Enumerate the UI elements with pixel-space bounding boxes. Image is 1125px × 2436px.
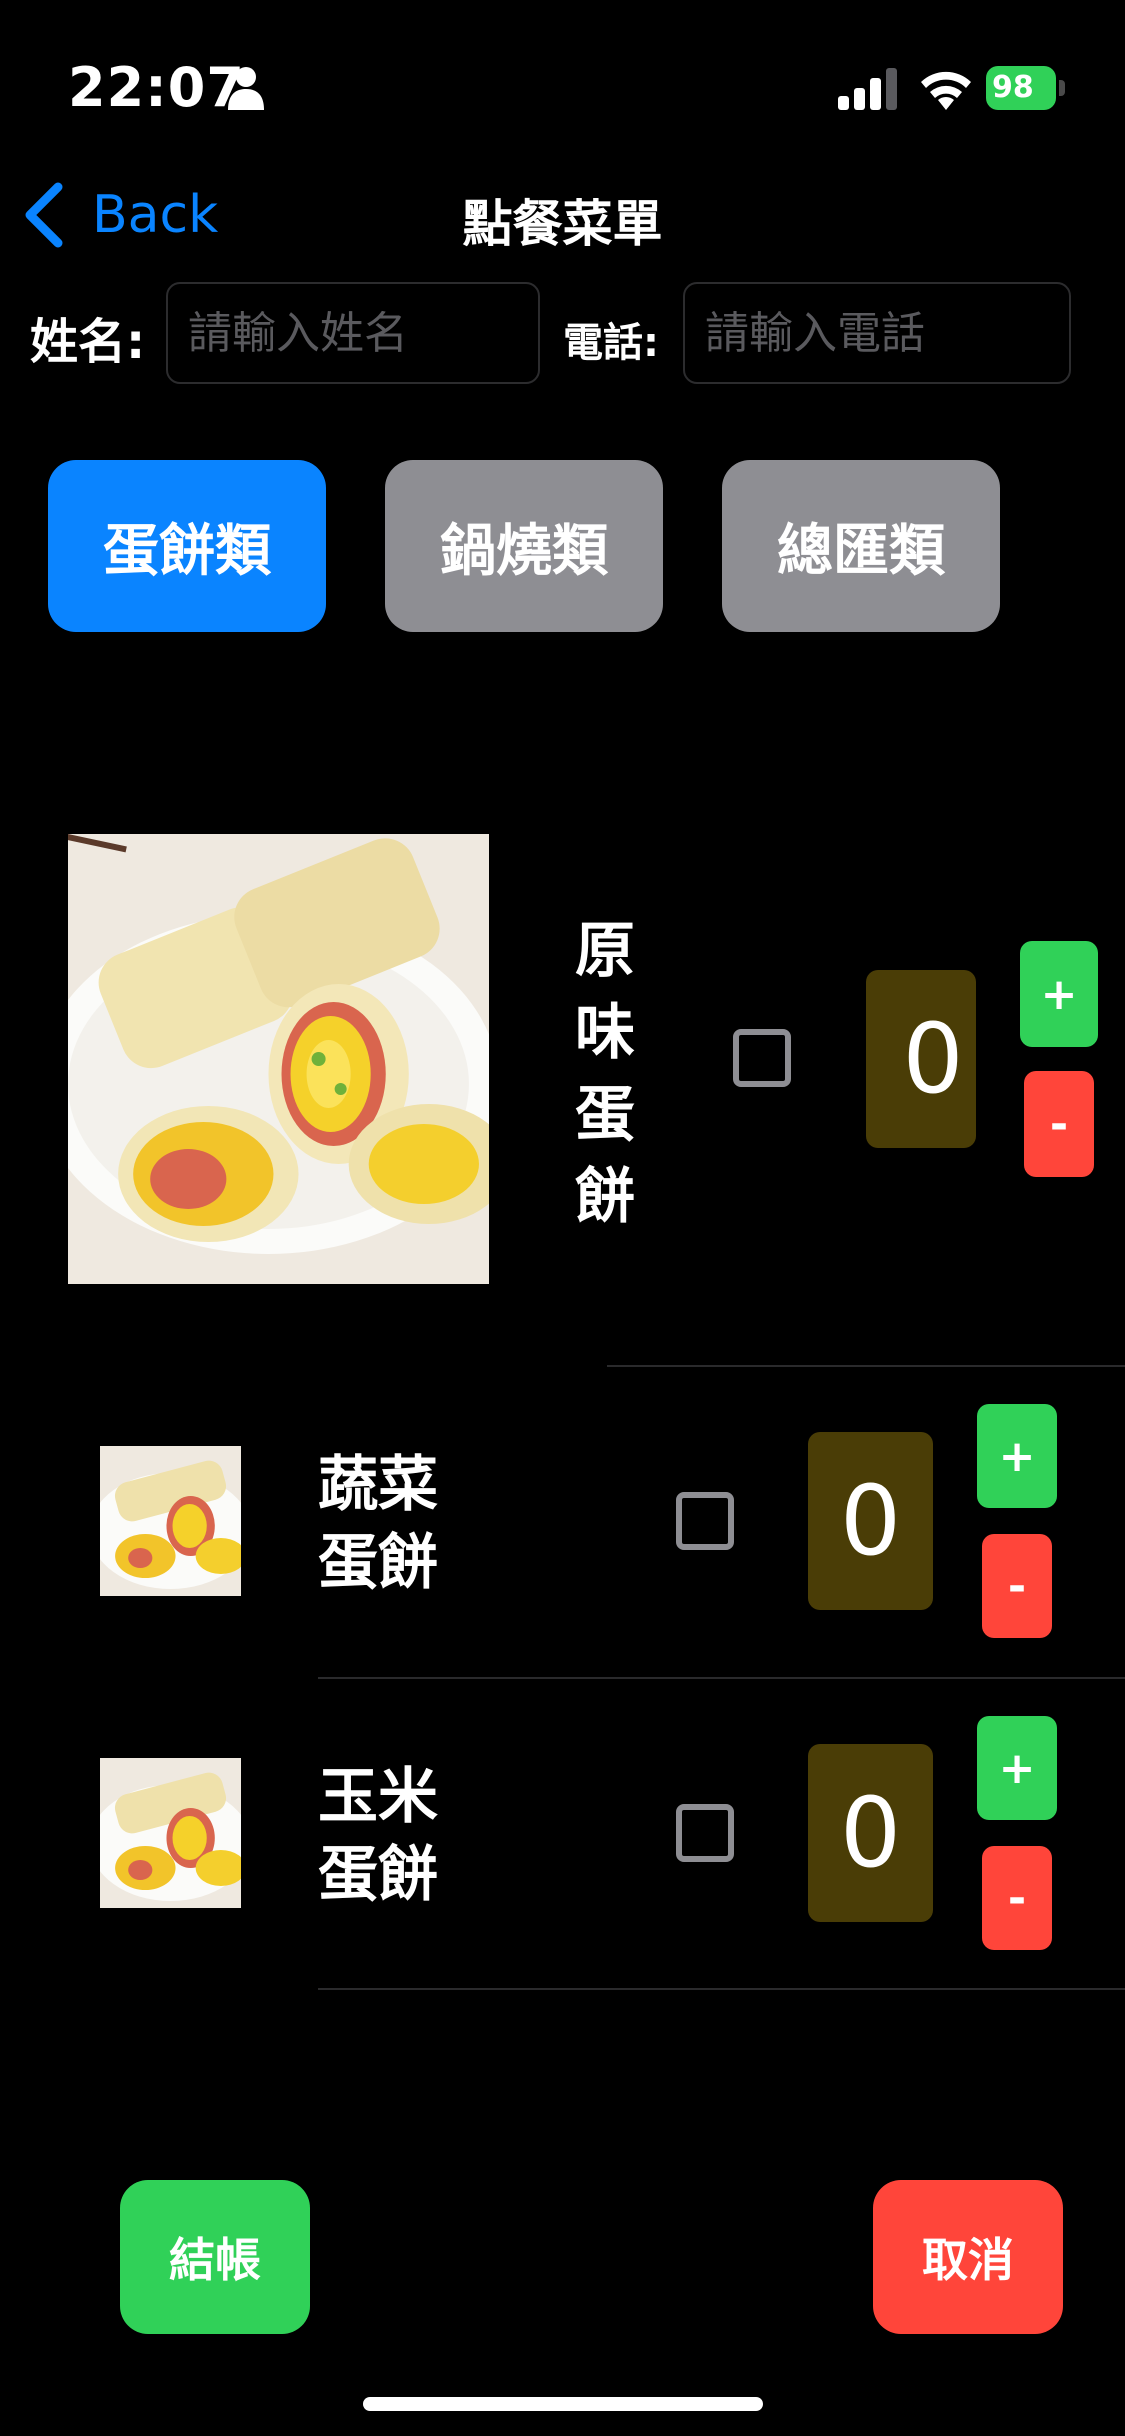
item-name-line: 蛋餅 (318, 1840, 438, 1910)
checkout-button[interactable]: 結帳 (120, 2180, 310, 2334)
item-name-line: 味 (575, 998, 635, 1068)
page-title: 點餐菜單 (462, 195, 663, 253)
quantity-display: 0 (808, 1744, 933, 1922)
cancel-button[interactable]: 取消 (873, 2180, 1063, 2334)
food-image (68, 834, 489, 1284)
tab-hotpot-noodle[interactable]: 鍋燒類 (385, 460, 663, 632)
decrement-button[interactable]: - (982, 1846, 1052, 1950)
increment-button[interactable]: + (977, 1404, 1057, 1508)
quantity-display: 0 (808, 1432, 933, 1610)
item-name-line: 蛋 (575, 1080, 635, 1150)
item-name-line: 原 (575, 916, 635, 986)
quantity-value: 0 (902, 1003, 964, 1115)
decrement-button[interactable]: - (982, 1534, 1052, 1638)
item-checkbox[interactable] (676, 1492, 734, 1550)
quantity-display: 0 (866, 970, 976, 1148)
increment-button[interactable]: + (977, 1716, 1057, 1820)
row-divider (318, 1988, 1125, 1990)
increment-button[interactable]: + (1020, 941, 1098, 1047)
battery-icon: 98 (986, 66, 1066, 110)
tab-egg-pancake[interactable]: 蛋餅類 (48, 460, 326, 632)
item-name-line: 玉米 (318, 1762, 438, 1832)
food-image (100, 1446, 241, 1596)
name-input[interactable] (166, 282, 540, 384)
signal-icon (838, 68, 897, 110)
item-name-corn-egg-pancake: 玉米 蛋餅 (318, 1758, 438, 1914)
battery-level: 98 (986, 66, 1056, 110)
phone-label: 電話: (563, 320, 659, 366)
item-name-original-egg-pancake: 原 味 蛋 餅 (570, 910, 640, 1238)
item-name-line: 蛋餅 (318, 1528, 438, 1598)
name-label: 姓名: (30, 314, 146, 370)
item-checkbox[interactable] (676, 1804, 734, 1862)
food-image (100, 1758, 241, 1908)
item-name-line: 蔬菜 (318, 1450, 438, 1520)
home-indicator[interactable] (363, 2397, 763, 2411)
phone-input[interactable] (683, 282, 1071, 384)
tab-club-sandwich[interactable]: 總匯類 (722, 460, 1000, 632)
row-divider (318, 1677, 1125, 1679)
item-name-line: 餅 (575, 1162, 635, 1232)
decrement-button[interactable]: - (1024, 1071, 1094, 1177)
person-icon (228, 67, 264, 110)
item-checkbox[interactable] (733, 1029, 791, 1087)
status-time: 22:07 (68, 56, 245, 119)
row-divider (607, 1365, 1125, 1367)
item-name-vegetable-egg-pancake: 蔬菜 蛋餅 (318, 1446, 438, 1602)
wifi-icon (921, 71, 971, 110)
